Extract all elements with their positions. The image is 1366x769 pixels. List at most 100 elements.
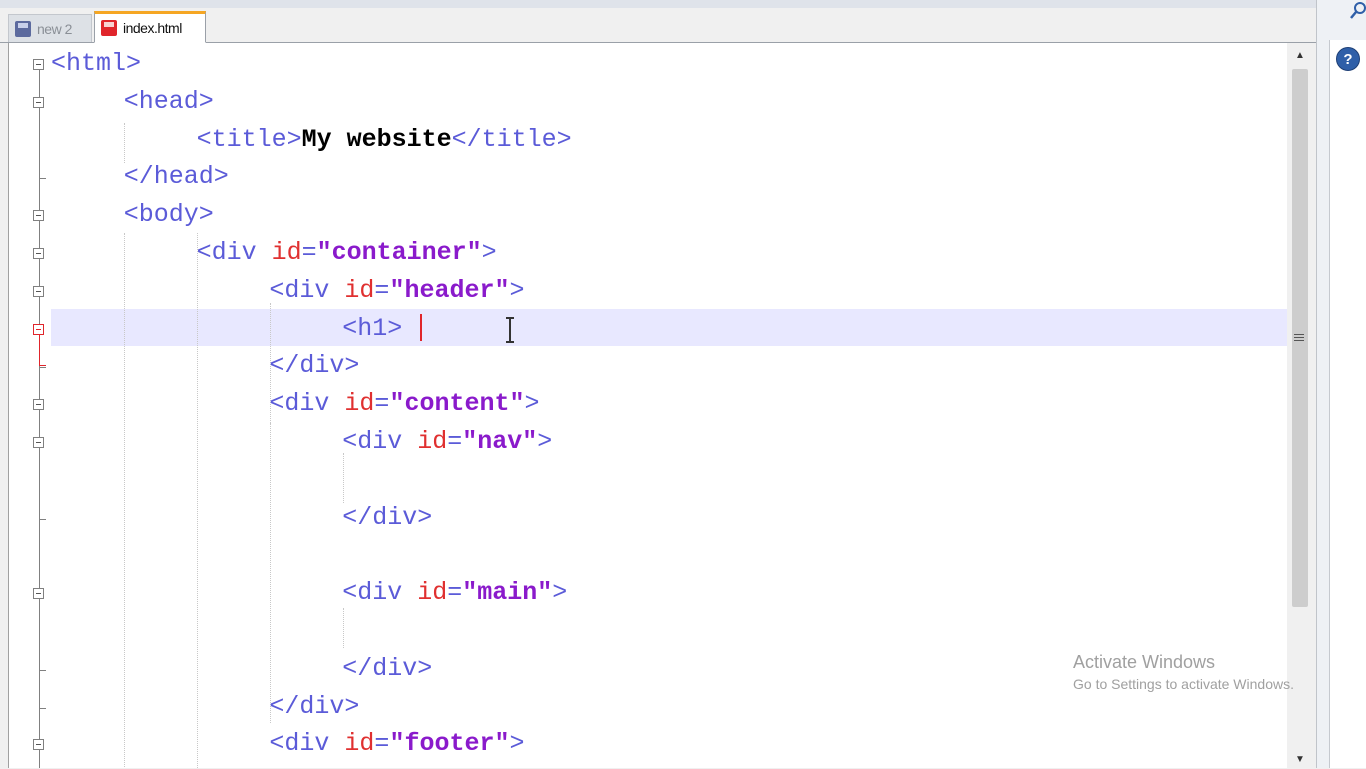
code-line[interactable]: <div id="footer">: [269, 725, 524, 763]
code-token: id: [344, 389, 375, 419]
tab-index-html[interactable]: index.html: [94, 11, 206, 43]
code-token: </head>: [123, 162, 229, 192]
code-token: </div>: [342, 502, 433, 532]
fold-line: [39, 365, 46, 366]
code-token: <body>: [123, 200, 214, 230]
text-caret: [420, 314, 422, 341]
code-token: <title>: [196, 124, 302, 154]
code-token: <html>: [51, 49, 142, 78]
indent-guide: [124, 233, 125, 768]
fold-line: [39, 68, 40, 768]
code-line[interactable]: <div id="main">: [342, 574, 567, 612]
code-token: <div: [342, 578, 418, 608]
code-token: "container": [316, 238, 482, 267]
code-token: =: [374, 389, 390, 419]
indent-guide: [270, 423, 271, 723]
current-line-highlight: [51, 309, 1287, 346]
code-line[interactable]: <head>: [124, 83, 214, 121]
scroll-grip-icon: [1294, 334, 1304, 341]
fold-line: [39, 669, 46, 671]
code-line[interactable]: </div>: [342, 650, 432, 688]
code-token: </title>: [451, 124, 572, 154]
code-token: id: [417, 578, 448, 608]
code-line[interactable]: <h1>: [342, 310, 402, 348]
fold-toggle-icon[interactable]: [33, 96, 44, 108]
code-line[interactable]: </head>: [124, 158, 229, 196]
code-token: <h1>: [342, 313, 403, 343]
code-token: >: [481, 238, 497, 267]
code-token: <div: [342, 427, 418, 456]
panel-content: [1329, 40, 1366, 768]
code-line[interactable]: </div>: [269, 688, 359, 726]
tab-label: index.html: [123, 20, 182, 36]
code-line[interactable]: </div>: [269, 347, 359, 385]
fold-toggle-icon[interactable]: [33, 210, 44, 222]
code-token: >: [552, 578, 568, 608]
code-token: >: [509, 729, 525, 759]
fold-toggle-icon[interactable]: [33, 59, 44, 70]
code-line[interactable]: <html>: [51, 45, 141, 83]
code-token: <head>: [123, 86, 214, 116]
search-icon[interactable]: [1350, 2, 1366, 20]
watermark-subtitle: Go to Settings to activate Windows.: [1073, 676, 1294, 692]
code-token: =: [374, 275, 390, 305]
ibeam-cursor-icon: [506, 317, 514, 343]
floppy-disk-red-icon: [101, 20, 117, 36]
tab-bar: new 2 index.html: [0, 8, 1316, 43]
fold-line: [39, 178, 46, 180]
code-token: >: [537, 427, 553, 456]
scroll-down-arrow-icon[interactable]: ▼: [1288, 749, 1312, 769]
tab-label: new 2: [37, 20, 72, 37]
fold-line: [39, 707, 46, 709]
fold-line: [39, 518, 46, 520]
fold-line: [39, 367, 46, 369]
fold-toggle-icon[interactable]: [33, 437, 44, 448]
code-token: </div>: [269, 691, 360, 721]
code-token: <div: [269, 729, 345, 759]
code-token: >: [524, 389, 540, 419]
code-token: =: [374, 729, 390, 759]
code-line[interactable]: <div id="content">: [269, 385, 539, 423]
code-token: My website: [301, 124, 452, 154]
code-token: "main": [462, 578, 553, 608]
floppy-disk-icon: [15, 20, 31, 37]
code-token: "nav": [462, 427, 538, 456]
code-line[interactable]: <body>: [124, 196, 214, 234]
code-token: id: [271, 238, 302, 267]
fold-line: [39, 333, 40, 365]
code-token: <div: [269, 389, 345, 419]
indent-guide: [124, 123, 125, 163]
tab-new-2[interactable]: new 2: [8, 14, 92, 42]
code-token: id: [417, 427, 448, 456]
code-token: <div: [196, 238, 272, 267]
code-token: id: [344, 275, 375, 305]
code-token: <div: [269, 275, 345, 305]
fold-toggle-icon[interactable]: [33, 323, 44, 335]
code-token: =: [447, 578, 463, 608]
code-token: </div>: [342, 653, 433, 683]
code-line[interactable]: </div>: [342, 499, 432, 537]
code-token: "footer": [389, 729, 510, 759]
code-token: id: [344, 729, 375, 759]
fold-toggle-icon[interactable]: [33, 588, 44, 600]
windows-activation-watermark: Activate Windows Go to Settings to activ…: [1073, 652, 1294, 692]
code-token: =: [301, 238, 317, 267]
fold-toggle-icon[interactable]: [33, 285, 44, 297]
code-line[interactable]: <div id="header">: [269, 272, 524, 310]
indent-guide: [343, 608, 344, 648]
code-line[interactable]: <div id="nav">: [342, 423, 552, 461]
fold-toggle-icon[interactable]: [33, 399, 44, 411]
code-token: >: [509, 275, 525, 305]
code-line[interactable]: <title>My website</title>: [197, 121, 572, 159]
code-token: "content": [389, 389, 525, 419]
code-token: </div>: [269, 351, 360, 381]
code-token: =: [447, 427, 463, 456]
fold-toggle-icon[interactable]: [33, 248, 44, 259]
scroll-up-arrow-icon[interactable]: ▲: [1288, 45, 1312, 65]
help-icon[interactable]: ?: [1336, 47, 1360, 71]
code-token: "header": [389, 275, 510, 305]
fold-toggle-icon[interactable]: [33, 739, 44, 751]
watermark-title: Activate Windows: [1073, 652, 1216, 672]
code-line[interactable]: <div id="container">: [197, 234, 497, 272]
right-side-panel: [1316, 0, 1366, 768]
